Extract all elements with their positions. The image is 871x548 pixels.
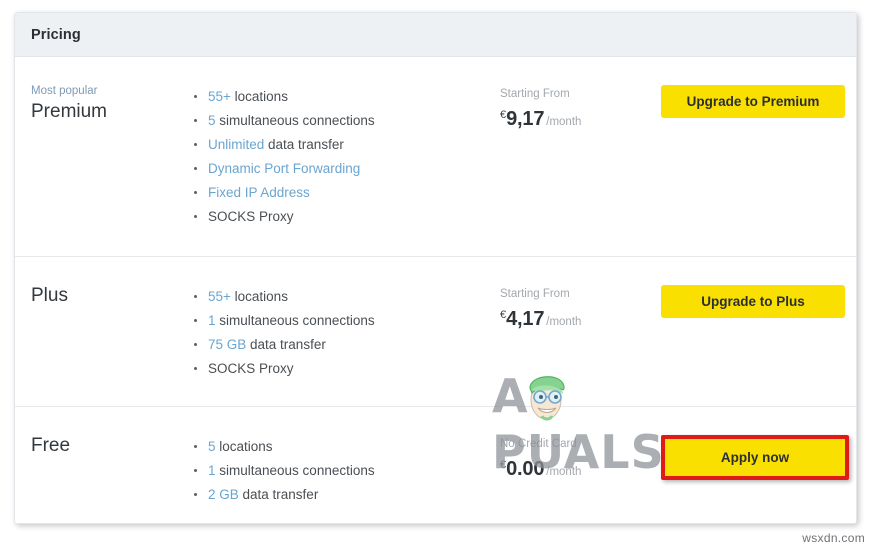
bullet-icon [194, 167, 197, 170]
list-item: 5 simultaneous connections [190, 109, 500, 133]
price-caption: No Credit Card [500, 438, 577, 450]
list-item: 75 GB data transfer [190, 333, 500, 357]
badge-most-popular: Most popular [31, 85, 98, 97]
feature-text: data transfer [238, 487, 319, 502]
price-amount: 0.00 [506, 458, 545, 480]
price-column-premium: Starting From €9,17/month [500, 84, 645, 132]
feature-text: data transfer [264, 137, 344, 152]
feature-text: locations [230, 289, 288, 304]
bullet-icon [194, 343, 197, 346]
feature-text: simultaneous connections [215, 113, 375, 128]
feature-value: 1 [208, 463, 216, 478]
price-line: €9,17/month [500, 105, 645, 132]
feature-column-plus: 55+ locations 1 simultaneous connections… [190, 284, 500, 381]
feature-column-free: 5 locations 1 simultaneous connections 2… [190, 434, 500, 507]
plan-name-column-plus: Plus [15, 284, 190, 308]
plan-name-column-free: Free [15, 434, 190, 458]
plan-title-plus: Plus [31, 285, 68, 306]
bullet-icon [194, 367, 197, 370]
list-item: 5 locations [190, 435, 500, 459]
feature-list-plus: 55+ locations 1 simultaneous connections… [190, 285, 500, 381]
plan-row-premium: Most popular Premium 55+ locations 5 sim… [15, 57, 856, 257]
price-line: €0.00/month [500, 455, 645, 482]
feature-value: 55+ [208, 89, 231, 104]
plan-row-free: Free 5 locations 1 simultaneous connecti… [15, 407, 856, 523]
list-item: 1 simultaneous connections [190, 309, 500, 333]
list-item: 2 GB data transfer [190, 483, 500, 507]
feature-value: Dynamic Port Forwarding [208, 161, 361, 176]
upgrade-to-plus-button[interactable]: Upgrade to Plus [661, 285, 845, 318]
feature-text: locations [215, 439, 273, 454]
bullet-icon [194, 295, 197, 298]
price-caption: Starting From [500, 88, 570, 100]
feature-column-premium: 55+ locations 5 simultaneous connections… [190, 84, 500, 229]
feature-value: Unlimited [208, 137, 265, 152]
source-watermark: wsxdn.com [802, 531, 865, 545]
feature-text: SOCKS Proxy [208, 361, 294, 376]
list-item: Dynamic Port Forwarding [190, 157, 500, 181]
plan-row-plus: Plus 55+ locations 1 simultaneous connec… [15, 257, 856, 407]
feature-text: simultaneous connections [215, 313, 375, 328]
list-item: SOCKS Proxy [190, 205, 500, 229]
plan-title-free: Free [31, 435, 71, 456]
bullet-icon [194, 191, 197, 194]
cta-column-plus: Upgrade to Plus [645, 284, 856, 318]
bullet-icon [194, 319, 197, 322]
plan-title-premium: Premium [31, 101, 108, 122]
feature-text: simultaneous connections [215, 463, 375, 478]
list-item: 55+ locations [190, 285, 500, 309]
feature-value: 75 GB [208, 337, 247, 352]
bullet-icon [194, 95, 197, 98]
pricing-card: Pricing Most popular Premium 55+ locatio… [14, 12, 857, 524]
feature-list-free: 5 locations 1 simultaneous connections 2… [190, 435, 500, 507]
page-title: Pricing [31, 26, 81, 43]
bullet-icon [194, 445, 197, 448]
list-item: 55+ locations [190, 85, 500, 109]
list-item: SOCKS Proxy [190, 357, 500, 381]
bullet-icon [194, 469, 197, 472]
price-period: /month [546, 466, 582, 478]
list-item: 1 simultaneous connections [190, 459, 500, 483]
price-column-plus: Starting From €4,17/month [500, 284, 645, 332]
feature-list-premium: 55+ locations 5 simultaneous connections… [190, 85, 500, 229]
bullet-icon [194, 143, 197, 146]
feature-text: locations [230, 89, 288, 104]
feature-value: 5 [208, 439, 216, 454]
upgrade-to-premium-button[interactable]: Upgrade to Premium [661, 85, 845, 118]
bullet-icon [194, 215, 197, 218]
bullet-icon [194, 493, 197, 496]
apply-now-button[interactable]: Apply now [665, 439, 845, 476]
price-column-free: No Credit Card €0.00/month [500, 434, 645, 482]
price-line: €4,17/month [500, 305, 645, 332]
cta-column-premium: Upgrade to Premium [645, 84, 856, 118]
feature-text: SOCKS Proxy [208, 209, 294, 224]
card-header: Pricing [15, 13, 856, 57]
feature-value: 55+ [208, 289, 231, 304]
feature-value: Fixed IP Address [208, 185, 310, 200]
price-period: /month [546, 116, 582, 128]
list-item: Unlimited data transfer [190, 133, 500, 157]
cta-column-free: Apply now [645, 434, 856, 480]
feature-value: 5 [208, 113, 216, 128]
plan-name-column-premium: Most popular Premium [15, 84, 190, 124]
price-caption: Starting From [500, 288, 570, 300]
feature-value: 2 GB [208, 487, 239, 502]
feature-text: data transfer [246, 337, 326, 352]
price-period: /month [546, 316, 582, 328]
apply-now-highlight-annotation: Apply now [661, 435, 849, 480]
feature-value: 1 [208, 313, 216, 328]
bullet-icon [194, 119, 197, 122]
price-amount: 9,17 [506, 108, 545, 130]
list-item: Fixed IP Address [190, 181, 500, 205]
price-amount: 4,17 [506, 308, 545, 330]
